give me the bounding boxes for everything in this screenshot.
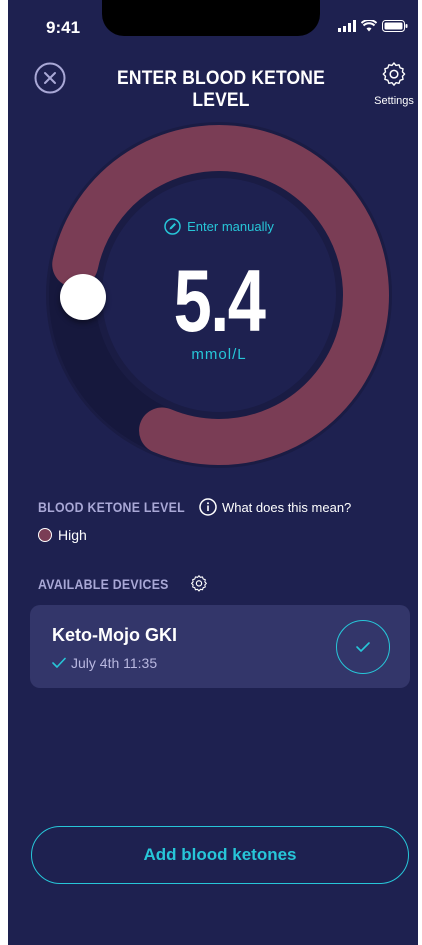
what-does-this-mean-link[interactable]: What does this mean? [199, 498, 351, 516]
check-icon [52, 657, 66, 668]
gear-icon [382, 62, 406, 86]
device-card[interactable]: Keto-Mojo GKI July 4th 11:35 [30, 605, 410, 688]
page-title: ENTER BLOOD KETONE LEVEL [117, 68, 325, 111]
devices-settings-icon[interactable] [190, 575, 208, 593]
wifi-icon [361, 20, 377, 32]
info-icon [199, 498, 217, 516]
screen: 9:41 ENTER BLOOD KETONE LEVEL Settings E… [8, 0, 418, 945]
device-select-button[interactable] [336, 620, 390, 674]
gauge-handle[interactable] [60, 274, 106, 320]
system-icons [338, 20, 408, 32]
enter-manually-label: Enter manually [187, 219, 274, 234]
device-sync-time: July 4th 11:35 [52, 655, 157, 671]
battery-icon [382, 20, 408, 32]
blood-ketone-level-row: BLOOD KETONE LEVEL What does this mean? [38, 498, 408, 516]
device-timestamp: July 4th 11:35 [71, 655, 158, 671]
level-indicator: High [38, 527, 87, 543]
blood-ketone-level-label: BLOOD KETONE LEVEL [38, 499, 185, 515]
status-bar: 9:41 [8, 0, 418, 48]
close-icon [34, 62, 66, 94]
settings-button[interactable]: Settings [370, 62, 418, 107]
signal-icon [338, 20, 356, 32]
status-time: 9:41 [46, 18, 81, 37]
device-name: Keto-Mojo GKI [52, 625, 177, 645]
available-devices-row: AVAILABLE DEVICES [38, 575, 208, 593]
available-devices-label: AVAILABLE DEVICES [38, 576, 169, 592]
edit-icon [164, 218, 181, 235]
enter-manually-link[interactable]: Enter manually [44, 218, 394, 235]
level-dot [38, 528, 52, 542]
notch [102, 0, 320, 36]
header: ENTER BLOOD KETONE LEVEL Settings [8, 58, 418, 111]
level-label: High [58, 527, 87, 543]
info-link-label: What does this mean? [221, 499, 352, 515]
add-blood-ketones-button[interactable]: Add blood ketones [31, 826, 409, 884]
gauge-inner-disc [102, 178, 336, 412]
settings-label: Settings [374, 95, 414, 107]
checkmark-icon [356, 642, 370, 652]
close-button[interactable] [34, 62, 66, 94]
